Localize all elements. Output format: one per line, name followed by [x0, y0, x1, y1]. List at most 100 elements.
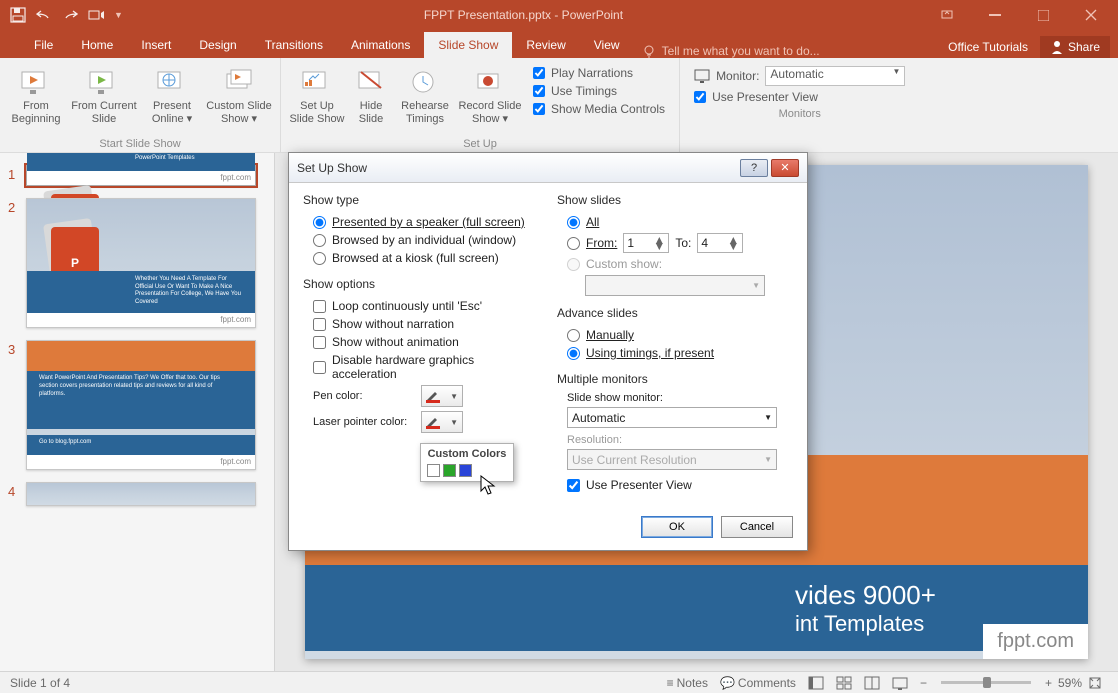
ribbon-options-icon[interactable]: [924, 1, 970, 29]
minimize-button[interactable]: [972, 1, 1018, 29]
title-bar: ▼ FPPT Presentation.pptx - PowerPoint: [0, 0, 1118, 30]
quick-access-toolbar: ▼: [0, 7, 123, 23]
person-icon: [1050, 40, 1064, 54]
ribbon-tabs: File Home Insert Design Transitions Anim…: [0, 30, 1118, 58]
zoom-in-button[interactable]: +: [1039, 676, 1058, 690]
window-controls: [924, 1, 1118, 29]
present-online-button[interactable]: Present Online ▾: [142, 62, 202, 138]
tab-review[interactable]: Review: [512, 32, 579, 58]
tab-file[interactable]: File: [20, 32, 67, 58]
thumb-number: 3: [8, 340, 26, 470]
custom-show-radio: [567, 258, 580, 271]
show-type-individual-radio[interactable]: [313, 234, 326, 247]
color-swatch-blue[interactable]: [459, 464, 472, 477]
laser-color-button[interactable]: ▼: [421, 411, 463, 433]
maximize-button[interactable]: [1020, 1, 1066, 29]
zoom-out-button[interactable]: −: [914, 676, 933, 690]
slide-thumbnails-panel[interactable]: 1 P FPPT.com provides 9000+ Free PowerPo…: [0, 153, 275, 671]
set-up-slideshow-button[interactable]: Set Up Slide Show: [287, 62, 347, 138]
play-narrations-checkbox[interactable]: Play Narrations: [533, 66, 665, 80]
slide-counter[interactable]: Slide 1 of 4: [10, 676, 70, 690]
normal-view-icon[interactable]: [802, 676, 830, 690]
status-bar: Slide 1 of 4 ≡ Notes 💬 Comments − + 59%: [0, 671, 1118, 693]
reading-view-icon[interactable]: [858, 676, 886, 690]
advance-slides-group: Advance slides Manually Using timings, i…: [557, 306, 793, 362]
show-type-speaker-radio[interactable]: [313, 216, 326, 229]
play-from-current-icon: [88, 66, 120, 98]
start-from-beginning-icon[interactable]: [88, 7, 104, 23]
use-presenter-view-checkbox[interactable]: Use Presenter View: [694, 90, 905, 104]
slide-thumbnail-4[interactable]: [26, 482, 256, 506]
show-slides-all-radio[interactable]: [567, 216, 580, 229]
dialog-presenter-view-checkbox[interactable]: [567, 479, 580, 492]
thumb-number: 1: [8, 165, 26, 186]
advance-timings-radio[interactable]: [567, 347, 580, 360]
custom-slideshow-button[interactable]: Custom Slide Show ▾: [204, 62, 274, 138]
record-icon: [474, 66, 506, 98]
from-slide-spinner[interactable]: 1▲▼: [623, 233, 669, 253]
undo-icon[interactable]: [36, 7, 52, 23]
pen-color-button[interactable]: ▼: [421, 385, 463, 407]
show-slides-group: Show slides All From: 1▲▼ To: 4▲▼ Custom…: [557, 193, 793, 296]
pen-color-label: Pen color:: [313, 390, 413, 402]
slide-sorter-view-icon[interactable]: [830, 676, 858, 690]
slide-blue-band: vides 9000+ int Templates: [305, 565, 1088, 651]
ribbon-group-monitors: Monitor: Automatic ▼ Use Presenter View …: [680, 58, 919, 152]
custom-slideshow-icon: [223, 66, 255, 98]
slide-show-monitor-select[interactable]: Automatic▼: [567, 407, 777, 428]
slide-thumbnail-3[interactable]: Want PowerPoint And Presentation Tips? W…: [26, 340, 256, 470]
use-timings-checkbox[interactable]: Use Timings: [533, 84, 665, 98]
from-current-slide-button[interactable]: From Current Slide: [68, 62, 140, 138]
thumb-number: 4: [8, 482, 26, 506]
tab-animations[interactable]: Animations: [337, 32, 424, 58]
dialog-close-button[interactable]: ✕: [771, 159, 799, 177]
no-animation-checkbox[interactable]: [313, 336, 326, 349]
monitor-select[interactable]: Automatic ▼: [765, 66, 905, 86]
tab-home[interactable]: Home: [67, 32, 127, 58]
comments-button[interactable]: 💬 Comments: [714, 676, 802, 690]
show-type-kiosk-radio[interactable]: [313, 252, 326, 265]
tab-design[interactable]: Design: [185, 32, 250, 58]
tab-view[interactable]: View: [580, 32, 634, 58]
save-icon[interactable]: [10, 7, 26, 23]
hide-slide-button[interactable]: Hide Slide: [349, 62, 393, 138]
notes-button[interactable]: ≡ Notes: [661, 676, 714, 690]
slide-thumbnail-2[interactable]: P Whether You Need A Template For Offici…: [26, 198, 256, 328]
no-narration-checkbox[interactable]: [313, 318, 326, 331]
dialog-titlebar[interactable]: Set Up Show ? ✕: [289, 153, 807, 183]
advance-manually-radio[interactable]: [567, 329, 580, 342]
tab-transitions[interactable]: Transitions: [251, 32, 337, 58]
color-swatch-green[interactable]: [443, 464, 456, 477]
fit-to-window-button[interactable]: [1082, 676, 1108, 690]
tab-insert[interactable]: Insert: [127, 32, 185, 58]
qat-dropdown-icon[interactable]: ▼: [114, 10, 123, 20]
hide-slide-icon: [355, 66, 387, 98]
tell-me-search[interactable]: Tell me what you want to do...: [642, 44, 820, 58]
popup-title: Custom Colors: [427, 448, 507, 460]
loop-checkbox[interactable]: [313, 300, 326, 313]
disable-hw-accel-checkbox[interactable]: [313, 361, 326, 374]
ok-button[interactable]: OK: [641, 516, 713, 538]
close-button[interactable]: [1068, 1, 1114, 29]
zoom-slider[interactable]: [941, 681, 1031, 684]
lightbulb-icon: [642, 44, 656, 58]
zoom-percent[interactable]: 59%: [1058, 676, 1082, 690]
cancel-button[interactable]: Cancel: [721, 516, 793, 538]
slide-footer-logo: fppt.com: [983, 624, 1088, 659]
set-up-show-dialog: Set Up Show ? ✕ Show type Presented by a…: [288, 152, 808, 551]
slide-thumbnail-1[interactable]: P FPPT.com provides 9000+ Free PowerPoin…: [26, 165, 256, 186]
from-beginning-button[interactable]: From Beginning: [6, 62, 66, 138]
record-slideshow-button[interactable]: Record Slide Show ▾: [457, 62, 523, 138]
thumb-number: 2: [8, 198, 26, 328]
dialog-help-button[interactable]: ?: [740, 159, 768, 177]
color-swatch-red[interactable]: [427, 464, 440, 477]
to-slide-spinner[interactable]: 4▲▼: [697, 233, 743, 253]
office-tutorials-link[interactable]: Office Tutorials: [948, 40, 1028, 54]
share-button[interactable]: Share: [1040, 36, 1110, 58]
slideshow-view-icon[interactable]: [886, 676, 914, 690]
show-media-controls-checkbox[interactable]: Show Media Controls: [533, 102, 665, 116]
rehearse-timings-button[interactable]: Rehearse Timings: [395, 62, 455, 138]
redo-icon[interactable]: [62, 7, 78, 23]
tab-slideshow[interactable]: Slide Show: [424, 32, 512, 58]
show-slides-from-radio[interactable]: [567, 237, 580, 250]
